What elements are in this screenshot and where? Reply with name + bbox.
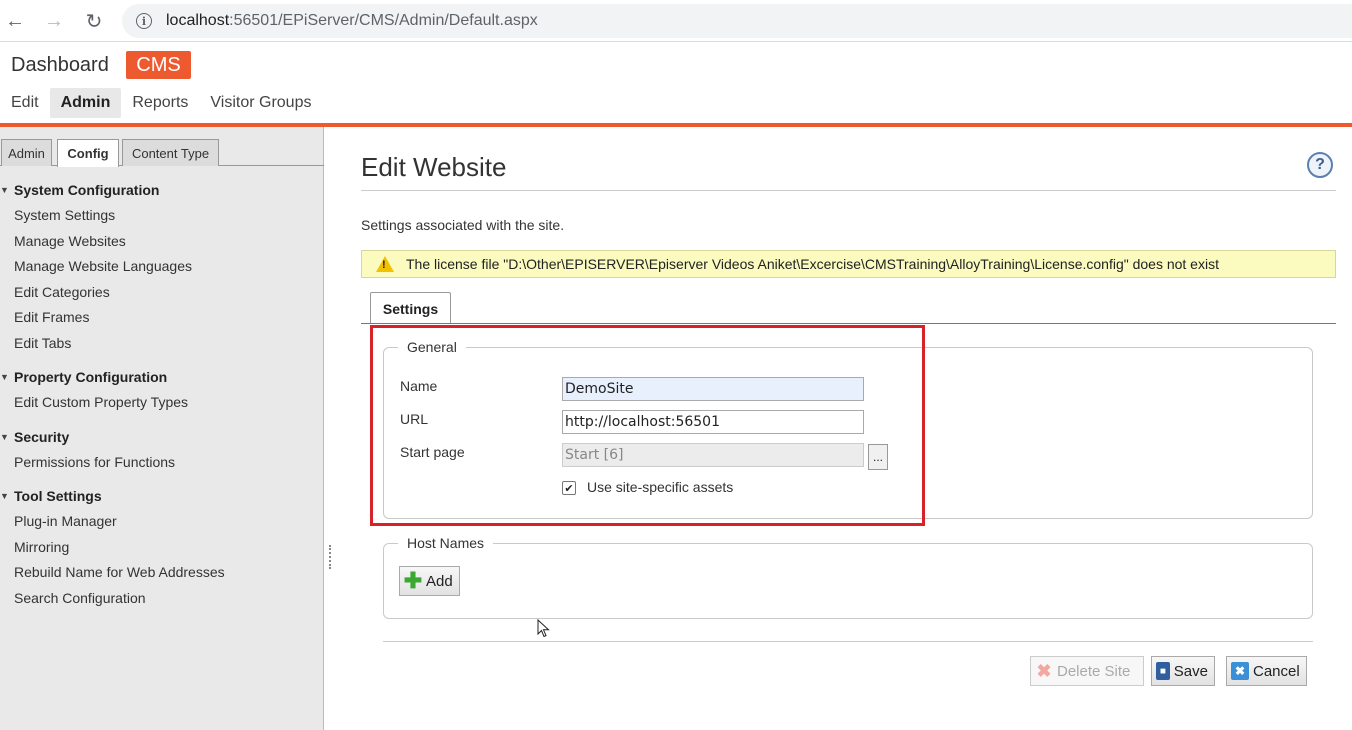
actions-divider: [383, 641, 1313, 642]
save-button[interactable]: ■ Save: [1151, 656, 1215, 686]
help-icon[interactable]: ?: [1307, 152, 1333, 178]
tab-content-type[interactable]: Content Type: [122, 139, 219, 166]
reload-icon[interactable]: ↻: [81, 8, 107, 34]
warning-icon: !: [376, 256, 394, 272]
sidebar: Admin Config Content Type ▼ System Config…: [0, 127, 324, 730]
sidebar-item-edit-frames[interactable]: Edit Frames: [0, 305, 324, 331]
page-description: Settings associated with the site.: [361, 217, 565, 233]
delete-site-button[interactable]: ✖ Delete Site: [1030, 656, 1144, 686]
host-names-legend: Host Names: [398, 535, 494, 551]
warning-text: The license file "D:\Other\EPISERVER\Epi…: [406, 256, 1219, 272]
sidebar-item-edit-categories[interactable]: Edit Categories: [0, 280, 324, 306]
plus-icon: ✚: [403, 568, 423, 593]
sidebar-item-manage-websites[interactable]: Manage Websites: [0, 229, 324, 255]
nav-reports[interactable]: Reports: [121, 88, 199, 118]
sidebar-item-edit-custom-property-types[interactable]: Edit Custom Property Types: [0, 390, 324, 416]
nav-edit[interactable]: Edit: [0, 88, 50, 118]
dashboard-link[interactable]: Dashboard: [11, 54, 109, 77]
delete-x-icon: ✖: [1036, 660, 1052, 681]
tab-admin[interactable]: Admin: [1, 139, 52, 166]
tab-divider: [361, 323, 1336, 324]
group-tool-settings[interactable]: ▼ Tool Settings: [0, 483, 324, 509]
expand-triangle-icon: ▼: [0, 185, 9, 195]
mouse-cursor-icon: [537, 619, 550, 638]
cancel-x-icon: ✖: [1231, 662, 1249, 680]
title-divider: [361, 190, 1336, 191]
expand-triangle-icon: ▼: [0, 491, 9, 501]
nav-admin[interactable]: Admin: [49, 88, 122, 118]
top-nav: Edit Admin Reports Visitor Groups: [0, 88, 322, 118]
add-host-button[interactable]: ✚ Add: [399, 566, 460, 596]
sidebar-item-plug-in-manager[interactable]: Plug-in Manager: [0, 509, 324, 535]
browser-toolbar: ← → ↻ i localhost:56501/EPiServer/CMS/Ad…: [0, 0, 1352, 42]
sidebar-item-permissions-for-functions[interactable]: Permissions for Functions: [0, 450, 324, 476]
host-names-fieldset: Host Names ✚ Add: [383, 535, 1313, 619]
back-icon[interactable]: ←: [2, 8, 28, 34]
sidebar-item-edit-tabs[interactable]: Edit Tabs: [0, 331, 324, 357]
sidebar-item-mirroring[interactable]: Mirroring: [0, 535, 324, 561]
expand-triangle-icon: ▼: [0, 431, 9, 442]
page-title: Edit Website: [361, 152, 507, 182]
group-security[interactable]: ▼ Security: [0, 424, 324, 450]
app-header: Dashboard CMS Edit Admin Reports Visitor…: [0, 43, 1352, 123]
highlight-box: [370, 325, 925, 526]
save-disk-icon: ■: [1156, 662, 1170, 680]
splitter-handle[interactable]: [329, 545, 333, 569]
sidebar-item-rebuild-name[interactable]: Rebuild Name for Web Addresses: [0, 560, 324, 586]
site-info-icon[interactable]: i: [136, 13, 152, 29]
forward-icon[interactable]: →: [41, 8, 67, 34]
sidebar-item-system-settings[interactable]: System Settings: [0, 203, 324, 229]
address-url: localhost:56501/EPiServer/CMS/Admin/Defa…: [166, 12, 538, 29]
sidebar-item-manage-website-languages[interactable]: Manage Website Languages: [0, 254, 324, 280]
main-content: Edit Website ? Settings associated with …: [338, 127, 1352, 730]
address-bar[interactable]: i localhost:56501/EPiServer/CMS/Admin/De…: [122, 4, 1352, 38]
group-property-configuration[interactable]: ▼ Property Configuration: [0, 364, 324, 390]
tab-settings[interactable]: Settings: [370, 292, 451, 324]
cancel-button[interactable]: ✖ Cancel: [1226, 656, 1307, 686]
sidebar-item-search-configuration[interactable]: Search Configuration: [0, 586, 324, 612]
group-system-configuration[interactable]: ▼ System Configuration: [0, 177, 324, 203]
sidebar-tabs: Admin Config Content Type: [0, 139, 324, 167]
license-warning: ! The license file "D:\Other\EPISERVER\E…: [361, 250, 1336, 278]
expand-triangle-icon: ▼: [0, 372, 9, 382]
cms-badge[interactable]: CMS: [126, 51, 191, 79]
sidebar-menu: ▼ System Configuration System Settings Ma…: [0, 177, 324, 611]
nav-visitor-groups[interactable]: Visitor Groups: [199, 88, 322, 118]
tab-config[interactable]: Config: [57, 139, 119, 167]
